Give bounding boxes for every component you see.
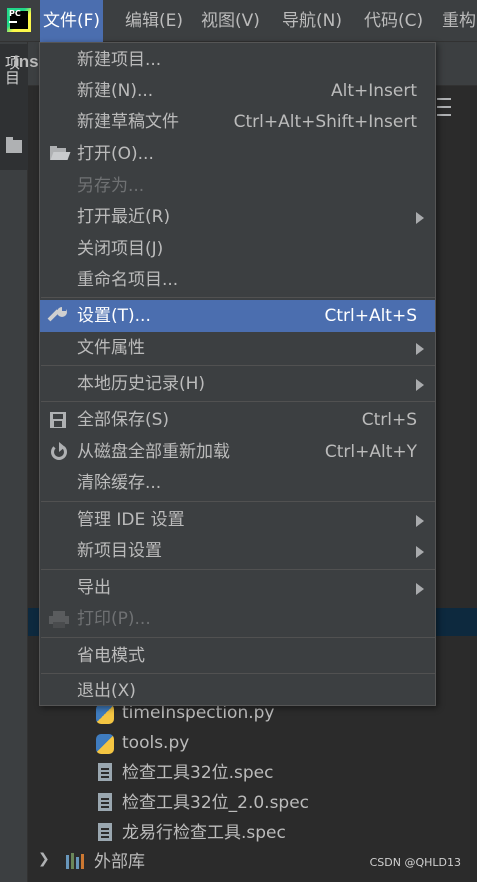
- tool-window-title: Ins: [14, 52, 39, 71]
- python-file-icon: [96, 734, 114, 754]
- collapse-all-icon[interactable]: [436, 96, 452, 118]
- menu-code[interactable]: 代码(C): [361, 0, 426, 42]
- menu-item-new-scratch[interactable]: 新建草稿文件 Ctrl+Alt+Shift+Insert: [40, 106, 435, 138]
- menu-item-label: 退出(X): [77, 681, 136, 701]
- tree-item-external-libraries[interactable]: 外部库: [94, 847, 145, 877]
- menu-item-label: 导出: [77, 578, 111, 598]
- menu-separator: [41, 297, 435, 298]
- menu-item-label: 重命名项目...: [77, 270, 179, 290]
- menu-item-save-as: 另存为...: [40, 170, 435, 202]
- submenu-arrow-icon: [416, 212, 424, 224]
- menu-item-label: 新建项目...: [77, 50, 162, 70]
- menu-navigate[interactable]: 导航(N): [279, 0, 345, 42]
- text-file-icon: [98, 823, 112, 841]
- tree-item-spec-32[interactable]: 检查工具32位.spec: [122, 758, 274, 788]
- menu-item-print: 打印(P)...: [40, 603, 435, 635]
- menu-item-power-save[interactable]: 省电模式: [40, 640, 435, 672]
- printer-icon: [49, 610, 69, 628]
- menu-item-shortcut: Ctrl+S: [361, 410, 417, 430]
- submenu-arrow-icon: [416, 343, 424, 355]
- python-file-icon: [96, 704, 114, 724]
- menu-item-open[interactable]: 打开(O)...: [40, 138, 435, 170]
- menu-item-close-project[interactable]: 关闭项目(J): [40, 233, 435, 265]
- menu-item-label: 新建(N)...: [77, 81, 154, 101]
- menu-item-exit[interactable]: 退出(X): [40, 675, 435, 707]
- menu-item-label: 文件属性: [77, 338, 145, 358]
- menu-item-rename-project[interactable]: 重命名项目...: [40, 264, 435, 296]
- watermark: CSDN @QHLD13: [369, 856, 461, 869]
- menu-item-manage-ide-settings[interactable]: 管理 IDE 设置: [40, 504, 435, 536]
- submenu-arrow-icon: [416, 379, 424, 391]
- menu-item-label: 打开最近(R): [77, 207, 171, 227]
- text-file-icon: [98, 763, 112, 781]
- menu-item-new-project-settings[interactable]: 新项目设置: [40, 535, 435, 567]
- menu-item-export[interactable]: 导出: [40, 572, 435, 604]
- menu-item-label: 新项目设置: [77, 541, 162, 561]
- pycharm-logo-icon: PC: [7, 8, 31, 32]
- menu-item-label: 清除缓存...: [77, 473, 162, 493]
- menu-item-label: 打开(O)...: [77, 144, 154, 164]
- menu-separator: [41, 365, 435, 366]
- submenu-arrow-icon: [416, 583, 424, 595]
- save-icon: [49, 411, 69, 429]
- menu-separator: [41, 401, 435, 402]
- menu-refactor[interactable]: 重构: [439, 0, 477, 42]
- menu-item-label: 新建草稿文件: [77, 112, 179, 132]
- submenu-arrow-icon: [416, 515, 424, 527]
- menu-edit[interactable]: 编辑(E): [122, 0, 186, 42]
- folder-icon: [6, 137, 22, 153]
- menu-item-label: 从磁盘全部重新加载: [77, 442, 230, 462]
- menu-item-file-properties[interactable]: 文件属性: [40, 332, 435, 364]
- menu-separator: [41, 637, 435, 638]
- menu-item-label: 关闭项目(J): [77, 239, 164, 259]
- menu-separator: [41, 501, 435, 502]
- main-menu-bar: PC 文件(F) 编辑(E) 视图(V) 导航(N) 代码(C) 重构: [0, 0, 477, 42]
- tree-item-spec-32-2[interactable]: 检查工具32位_2.0.spec: [122, 788, 309, 818]
- menu-separator: [41, 569, 435, 570]
- menu-item-save-all[interactable]: 全部保存(S) Ctrl+S: [40, 404, 435, 436]
- menu-item-label: 打印(P)...: [77, 609, 151, 629]
- tree-item-tools[interactable]: tools.py: [122, 728, 189, 758]
- submenu-arrow-icon: [416, 546, 424, 558]
- menu-item-shortcut: Ctrl+Alt+Shift+Insert: [233, 112, 417, 132]
- menu-item-label: 全部保存(S): [77, 410, 170, 430]
- menu-item-open-recent[interactable]: 打开最近(R): [40, 201, 435, 233]
- menu-item-new[interactable]: 新建(N)... Alt+Insert: [40, 75, 435, 107]
- menu-item-local-history[interactable]: 本地历史记录(H): [40, 368, 435, 400]
- menu-item-label: 设置(T)...: [77, 306, 151, 326]
- chevron-right-icon[interactable]: ❯: [38, 851, 50, 867]
- menu-item-label: 省电模式: [77, 646, 145, 666]
- menu-item-label: 管理 IDE 设置: [77, 510, 185, 530]
- menu-item-label: 本地历史记录(H): [77, 374, 206, 394]
- menu-item-reload-all[interactable]: 从磁盘全部重新加载 Ctrl+Alt+Y: [40, 436, 435, 468]
- menu-view[interactable]: 视图(V): [198, 0, 263, 42]
- tree-item-spec-lyx[interactable]: 龙易行检查工具.spec: [122, 818, 286, 848]
- reload-icon: [49, 442, 69, 461]
- file-menu-dropdown: 新建项目... 新建(N)... Alt+Insert 新建草稿文件 Ctrl+…: [39, 42, 436, 706]
- menu-item-shortcut: Ctrl+Alt+Y: [324, 442, 417, 462]
- menu-item-new-project[interactable]: 新建项目...: [40, 44, 435, 76]
- menu-separator: [41, 673, 435, 674]
- menu-item-shortcut: Ctrl+Alt+S: [324, 306, 417, 326]
- library-icon: [66, 853, 88, 869]
- menu-item-settings[interactable]: 设置(T)... Ctrl+Alt+S: [40, 300, 435, 332]
- text-file-icon: [98, 793, 112, 811]
- menu-file[interactable]: 文件(F): [40, 0, 104, 42]
- folder-open-icon: [49, 145, 71, 163]
- menu-item-invalidate-caches[interactable]: 清除缓存...: [40, 467, 435, 499]
- wrench-icon: [47, 307, 69, 325]
- menu-item-shortcut: Alt+Insert: [330, 81, 417, 101]
- menu-item-label: 另存为...: [77, 176, 145, 196]
